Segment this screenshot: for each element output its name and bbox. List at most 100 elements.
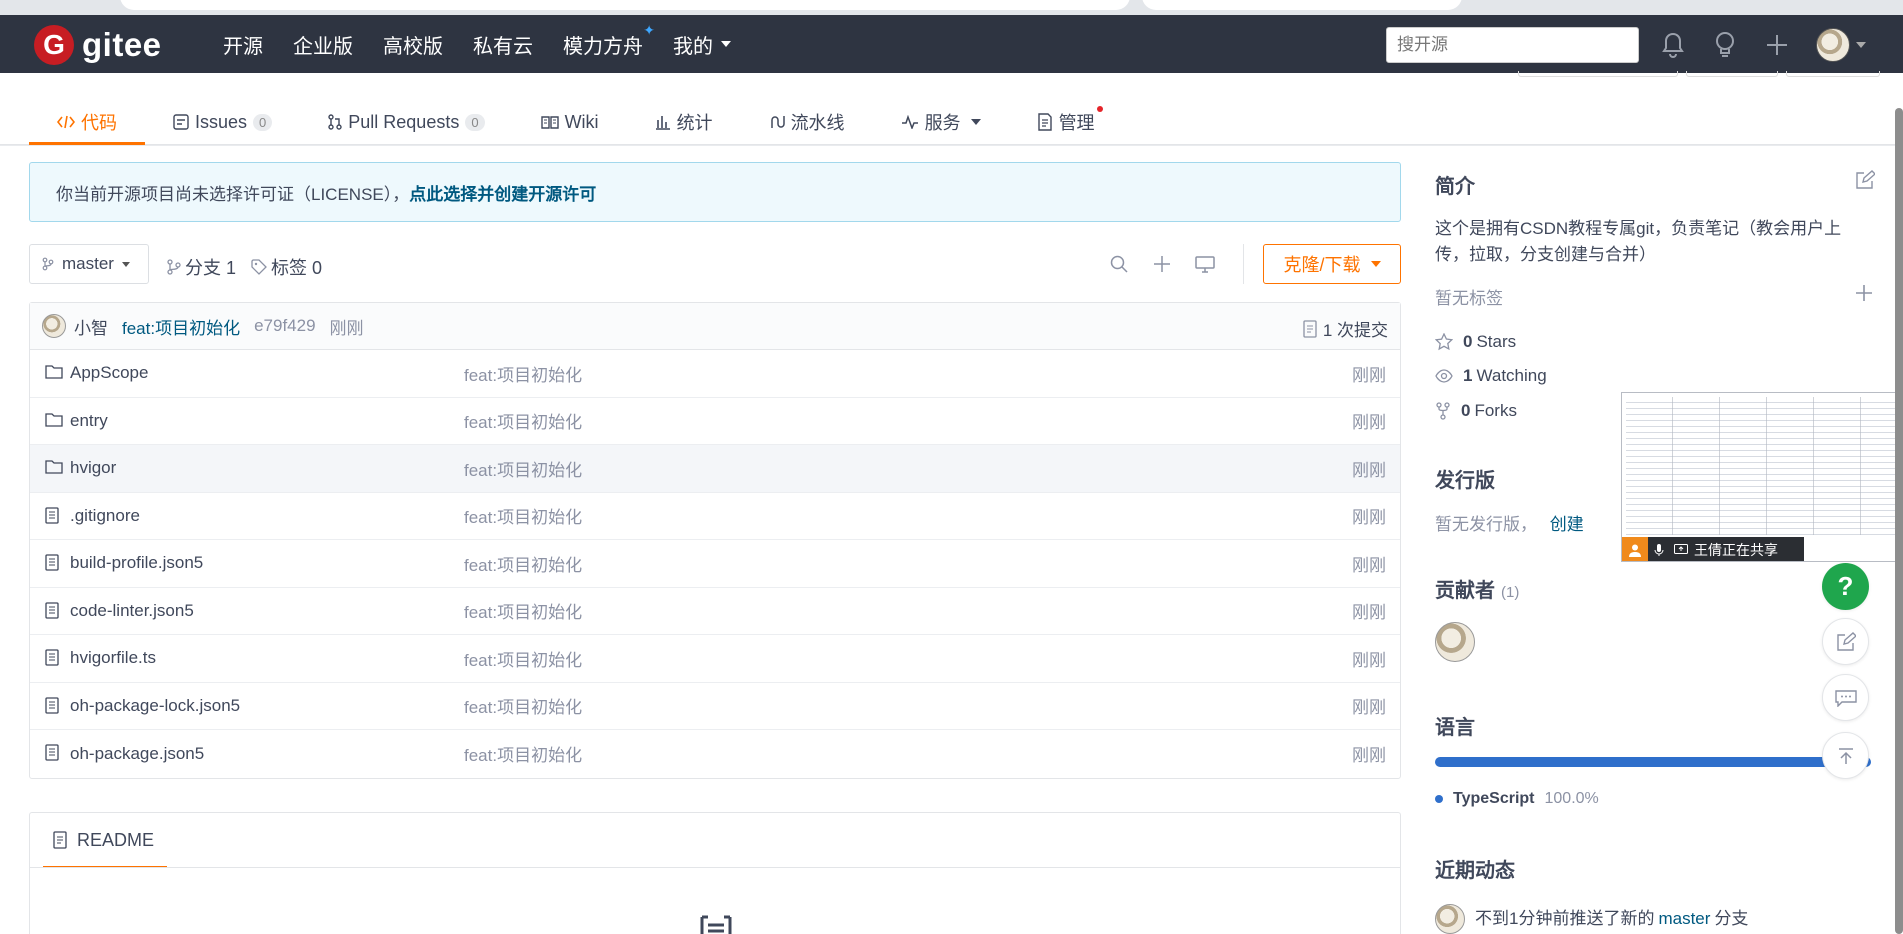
clone-download-button[interactable]: 克隆/下载 [1263,244,1401,284]
file-commit-message[interactable]: feat:项目初始化 [464,693,582,718]
file-commit-message[interactable]: feat:项目初始化 [464,551,582,576]
commit-sha[interactable]: e79f429 [254,316,315,336]
tags-link[interactable]: 标签 0 [251,254,322,280]
edit-icon[interactable] [1855,170,1877,195]
back-to-top-button[interactable] [1822,732,1869,779]
table-row[interactable]: oh-package-lock.json5 feat:项目初始化 刚刚 [30,683,1400,730]
nav-link-mine[interactable]: 我的 [673,30,731,59]
stars-stat[interactable]: 0 Stars [1435,332,1516,352]
file-time: 刚刚 [1352,460,1386,480]
table-row[interactable]: oh-package.json5 feat:项目初始化 刚刚 [30,730,1400,778]
branches-count: 分支 1 [185,258,237,278]
tab-pipeline[interactable]: 流水线 [741,99,873,145]
shared-screen-thumbnail [1626,397,1898,535]
screen-share-bar: 王倩正在共享 [1622,537,1804,561]
table-row[interactable]: build-profile.json5 feat:项目初始化 刚刚 [30,540,1400,588]
license-notice-text: 你当前开源项目尚未选择许可证（LICENSE）， [56,184,410,204]
file-commit-message[interactable]: feat:项目初始化 [464,408,582,433]
file-name[interactable]: oh-package-lock.json5 [70,696,240,716]
nav-link-opensource[interactable]: 开源 [223,30,263,59]
watching-label: Watching [1476,366,1547,385]
tab-code[interactable]: 代码 [29,99,145,145]
file-name[interactable]: build-profile.json5 [70,553,203,573]
file-commit-message[interactable]: feat:项目初始化 [464,456,582,481]
tab-services[interactable]: 服务 [873,99,1009,145]
release-title: 发行版 [1435,470,1495,492]
file-commit-message[interactable]: feat:项目初始化 [464,503,582,528]
file-name[interactable]: hvigor [70,458,116,478]
screen-share-label: 王倩正在共享 [1694,542,1778,558]
web-ide-icon[interactable] [1193,252,1217,276]
nav-link-education[interactable]: 高校版 [383,30,443,59]
settings-doc-icon [1037,113,1053,131]
language-percent: 100.0% [1544,790,1599,807]
readme-tab[interactable]: README [43,813,167,868]
file-name[interactable]: hvigorfile.ts [70,648,156,668]
user-icon[interactable] [1622,537,1648,561]
microphone-icon[interactable] [1648,544,1670,556]
chevron-down-icon[interactable] [1856,42,1866,48]
watching-stat[interactable]: 1 Watching [1435,366,1547,386]
table-row[interactable]: AppScope feat:项目初始化 刚刚 [30,350,1400,398]
file-commit-message[interactable]: feat:项目初始化 [464,361,582,386]
tab-manage[interactable]: 管理 [1009,99,1123,145]
contributor-avatar[interactable] [1435,622,1475,662]
table-row[interactable]: hvigor feat:项目初始化 刚刚 [30,445,1400,493]
browser-address-pill[interactable] [120,0,1130,10]
star-button[interactable] [1686,71,1778,77]
folder-icon [45,364,63,384]
release-info: 暂无发行版， 创建 [1435,510,1584,535]
file-commit-message[interactable]: feat:项目初始化 [464,598,582,623]
commit-count-link[interactable]: 1 次提交 [1303,316,1388,341]
user-avatar[interactable] [1816,28,1850,62]
nav-link-private-cloud[interactable]: 私有云 [473,30,533,59]
file-commit-message[interactable]: feat:项目初始化 [464,646,582,671]
file-name[interactable]: oh-package.json5 [70,744,204,764]
chat-button[interactable] [1822,674,1869,721]
help-button[interactable]: ? [1822,563,1869,610]
watch-button[interactable] [1518,71,1678,77]
license-create-link[interactable]: 点此选择并创建开源许可 [409,180,596,205]
commit-message[interactable]: feat:项目初始化 [122,314,240,339]
file-name[interactable]: AppScope [70,363,148,383]
add-tag-icon[interactable] [1855,284,1873,307]
feedback-button[interactable] [1822,618,1869,665]
table-row[interactable]: hvigorfile.ts feat:项目初始化 刚刚 [30,635,1400,683]
tab-wiki[interactable]: Wiki [513,99,627,145]
file-time: 刚刚 [1352,508,1386,528]
branch-selector[interactable]: master [29,244,149,284]
search-input[interactable] [1386,27,1639,63]
tab-stats[interactable]: 统计 [627,99,741,145]
screen-share-preview[interactable]: 王倩正在共享 [1621,392,1903,562]
table-row[interactable]: .gitignore feat:项目初始化 刚刚 [30,493,1400,540]
table-row[interactable]: code-linter.json5 feat:项目初始化 刚刚 [30,588,1400,635]
tab-pull-requests[interactable]: Pull Requests 0 [300,99,512,145]
add-file-icon[interactable] [1150,252,1174,276]
nav-link-enterprise[interactable]: 企业版 [293,30,353,59]
language-item[interactable]: TypeScript 100.0% [1435,790,1599,808]
plus-icon[interactable] [1764,29,1790,61]
file-name[interactable]: .gitignore [70,506,140,526]
gitee-logo[interactable]: G gitee [34,25,162,65]
avatar[interactable] [1435,904,1465,934]
tab-issues[interactable]: Issues 0 [145,99,300,145]
file-name[interactable]: entry [70,411,108,431]
table-row[interactable]: entry feat:项目初始化 刚刚 [30,398,1400,445]
intro-title: 简介 [1435,176,1475,198]
fork-button[interactable] [1786,71,1880,77]
nav-link-moli[interactable]: 模力方舟 ✦ [563,22,655,59]
branches-link[interactable]: 分支 1 [167,254,236,280]
browser-tab-pill[interactable] [1142,0,1462,10]
avatar[interactable] [42,314,66,338]
page-scrollbar[interactable] [1895,108,1903,934]
lightbulb-icon[interactable] [1712,29,1738,61]
bell-icon[interactable] [1660,29,1686,61]
file-commit-message[interactable]: feat:项目初始化 [464,741,582,766]
forks-stat[interactable]: 0 Forks [1435,401,1517,421]
file-name[interactable]: code-linter.json5 [70,601,194,621]
commit-author[interactable]: 小智 [74,314,108,339]
no-tags-text: 暂无标签 [1435,289,1503,308]
create-release-link[interactable]: 创建 [1550,515,1584,534]
search-icon[interactable] [1107,252,1131,276]
activity-branch-link[interactable]: master [1658,906,1710,932]
